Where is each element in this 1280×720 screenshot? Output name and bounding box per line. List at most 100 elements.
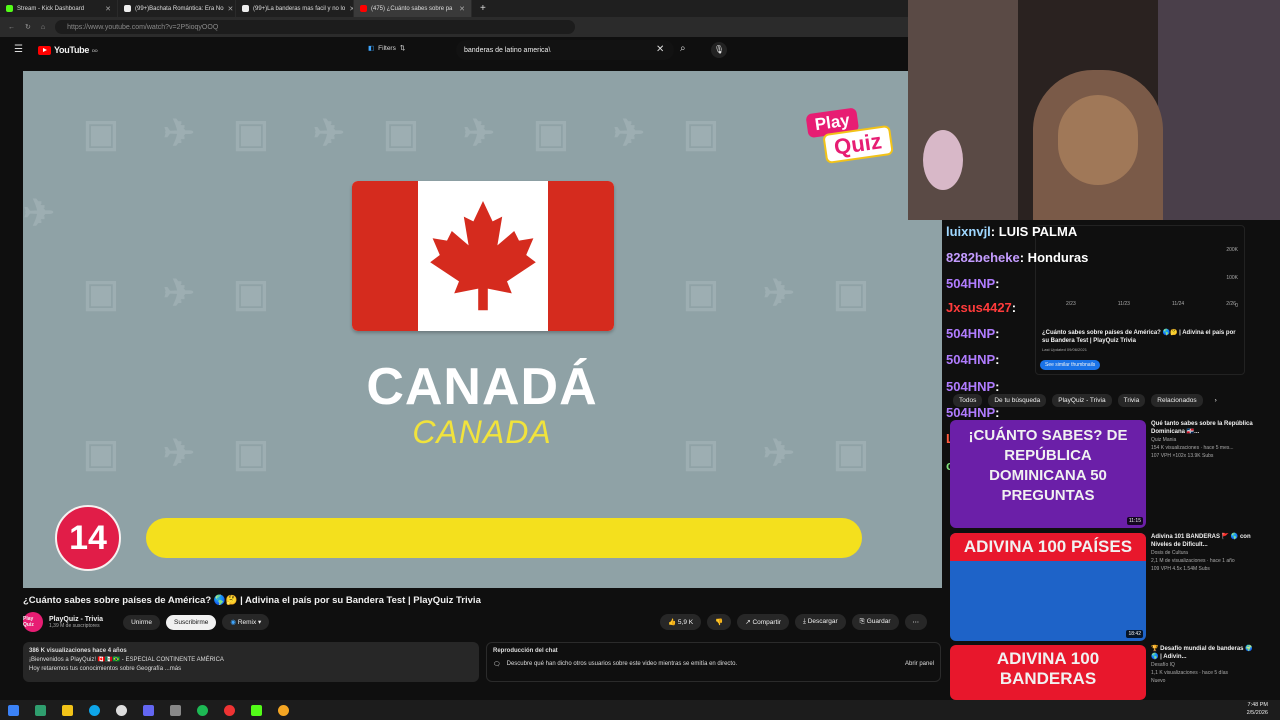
spotify-icon[interactable]	[197, 704, 208, 716]
chat-username[interactable]: luixnvjl	[946, 224, 991, 239]
chat-replay-text: Descubre qué han dicho otros usuarios so…	[506, 661, 738, 667]
browser-tab-active[interactable]: (475) ¿Cuánto sabes sobre pa ✕	[354, 0, 472, 17]
open-panel-button[interactable]: Abrir panel	[905, 661, 934, 668]
menu-icon[interactable]: ☰	[14, 44, 23, 55]
video-thumbnail[interactable]: ADIVINA 100 PAÍSES 18:42	[950, 533, 1146, 641]
terminal-icon[interactable]	[35, 704, 46, 716]
chrome-icon[interactable]	[224, 704, 235, 716]
recommendation-item[interactable]: ¡CUÁNTO SABES? DE REPÚBLICA DOMINICANA 5…	[950, 420, 1260, 528]
chip-trivia[interactable]: Trivia	[1117, 394, 1146, 407]
browser-tab[interactable]: Stream - Kick Dashboard ✕	[0, 0, 118, 17]
download-button[interactable]: ⤓ Descargar	[795, 614, 846, 630]
filter-icon: ◧	[368, 45, 375, 52]
chat-username[interactable]: 504HNP	[946, 276, 995, 291]
chat-text: :	[995, 352, 1000, 367]
rec-meta: 2,1 M de visualizaciones · hace 1 año	[1151, 558, 1235, 564]
search-input[interactable]: banderas de latino america\	[456, 40, 674, 60]
video-actions: 👍 5,9 K 👎 ↗ Compartir ⤓ Descargar ⎘ Guar…	[660, 614, 928, 630]
channel-row: Play Quiz PlayQuiz - Trivia 1,39 M de su…	[23, 612, 270, 632]
chat-username[interactable]: 8282beheke	[946, 250, 1020, 265]
youtube-play-icon	[38, 45, 51, 55]
search-icon[interactable]: ⌕	[680, 43, 686, 54]
chat-replay-box: Reproducción del chat 🗨 Descubre qué han …	[486, 642, 941, 682]
chip-channel[interactable]: PlayQuiz - Trivia	[1052, 394, 1112, 407]
description-line: ¡Bienvenidos a PlayQuiz! 🇨🇦🇲🇽🇧🇷 - ESPECI…	[29, 657, 224, 663]
dislike-button[interactable]: 👎	[707, 614, 732, 630]
rec-channel[interactable]: Desafío IQ	[1151, 661, 1260, 669]
duration-badge: 18:42	[1126, 630, 1143, 638]
rec-title[interactable]: Adivina 101 BANDERAS 🚩 🌎 con Niveles de …	[1151, 533, 1260, 549]
pen-icon[interactable]	[170, 704, 181, 716]
chat-text: :	[995, 405, 1000, 420]
edge-icon[interactable]	[89, 704, 100, 716]
duration-badge: 11:15	[1126, 517, 1143, 525]
suitcase-icon: ▣	[533, 113, 569, 155]
chat-message: luixnvjl: LUIS PALMA	[946, 224, 1077, 239]
close-icon[interactable]: ✕	[105, 5, 111, 13]
chat-text: : LUIS PALMA	[990, 224, 1078, 239]
close-icon[interactable]: ✕	[459, 5, 465, 13]
more-options-icon[interactable]: ⋯	[904, 614, 928, 630]
recommendation-item[interactable]: ADIVINA 100 BANDERAS 🏆 Desafío mundial d…	[950, 645, 1260, 700]
url-field[interactable]: https://www.youtube.com/watch?v=2P5ioqyO…	[55, 20, 576, 34]
system-clock[interactable]: 7:48 PM 2/5/2026	[1247, 701, 1268, 717]
recommendation-item[interactable]: ADIVINA 100 PAÍSES 18:42 Adivina 101 BAND…	[950, 533, 1260, 641]
rec-title[interactable]: Qué tanto sabes sobre la República Domin…	[1151, 420, 1260, 436]
canada-flag	[352, 181, 614, 331]
rec-channel[interactable]: Quiz Mania	[1151, 436, 1260, 444]
streamer-face	[1058, 95, 1138, 185]
kick-icon[interactable]	[251, 704, 262, 716]
microphone-icon[interactable]: 🎙	[711, 42, 727, 58]
video-thumbnail[interactable]: ¡CUÁNTO SABES? DE REPÚBLICA DOMINICANA 5…	[950, 420, 1146, 528]
chip-from-search[interactable]: De tu búsqueda	[988, 394, 1047, 407]
channel-avatar[interactable]: Play Quiz	[23, 612, 43, 632]
chip-all[interactable]: Todos	[953, 394, 983, 407]
tiktok-icon	[242, 5, 249, 12]
like-button[interactable]: 👍 5,9 K	[660, 614, 702, 630]
chrome-icon[interactable]	[278, 704, 289, 716]
obs-icon[interactable]	[116, 704, 127, 716]
reload-icon[interactable]: ↻	[25, 23, 31, 31]
chat-username[interactable]: Jxsus4427	[946, 300, 1012, 315]
rec-channel[interactable]: Dosis de Cultura	[1151, 549, 1260, 557]
tiktok-icon	[124, 5, 131, 12]
browser-tab[interactable]: (99+)La banderas mas facil y no lo✕	[236, 0, 354, 17]
home-icon[interactable]: ⌂	[41, 24, 45, 31]
filters-button[interactable]: ◧ Filters ⇅	[368, 44, 405, 53]
browser-tab[interactable]: (99+)Bachata Romántica: Era No ✕	[118, 0, 236, 17]
back-icon[interactable]: ←	[8, 24, 15, 31]
similar-thumbnails-button[interactable]: See similar thumbnails	[1040, 360, 1101, 370]
join-button[interactable]: Unirme	[123, 614, 161, 630]
country-name-english: CANADA	[412, 414, 552, 450]
chip-related[interactable]: Relacionados	[1151, 394, 1203, 407]
app-icon[interactable]	[143, 704, 154, 716]
chat-username[interactable]: 504HNP	[946, 352, 995, 367]
chat-icon: 🗨	[493, 662, 501, 668]
airplane-icon: ✈	[163, 273, 195, 315]
video-thumbnail[interactable]: ADIVINA 100 BANDERAS	[950, 645, 1146, 700]
close-icon[interactable]: ✕	[228, 5, 234, 13]
chart-x-label: 2/23	[1066, 301, 1076, 307]
share-button[interactable]: ↗ Compartir	[737, 614, 789, 630]
chat-username[interactable]: 504HNP	[946, 405, 995, 420]
channel-name[interactable]: PlayQuiz - Trivia	[49, 616, 103, 623]
folder-icon[interactable]	[62, 704, 73, 716]
overlay-date: Last Updated 09/06/2021	[1042, 347, 1087, 352]
kick-icon	[6, 5, 13, 12]
chevron-right-icon[interactable]: ›	[1209, 394, 1223, 407]
description-box[interactable]: 386 K visualizaciones hace 4 años ¡Bienv…	[23, 642, 479, 682]
windows-start-icon[interactable]	[8, 704, 19, 716]
playquiz-logo: Play Quiz	[805, 102, 902, 186]
chat-username[interactable]: 504HNP	[946, 326, 995, 341]
rec-title[interactable]: 🏆 Desafío mundial de banderas 🌍🌎 | Adivi…	[1151, 645, 1260, 661]
clear-search-icon[interactable]: ✕	[656, 44, 664, 55]
save-button[interactable]: ⎘ Guardar	[851, 614, 899, 630]
youtube-logo[interactable]: YouTube DO	[38, 45, 98, 55]
suitcase-icon: ▣	[383, 113, 419, 155]
airplane-icon: ✈	[763, 273, 795, 315]
thumbs-down-icon: 👎	[715, 619, 724, 626]
remix-button[interactable]: ◉ Remix ▾	[222, 614, 270, 630]
new-tab-icon[interactable]: +	[480, 3, 486, 14]
subscribe-button[interactable]: Suscribirme	[166, 614, 217, 630]
chat-username[interactable]: 504HNP	[946, 379, 995, 394]
